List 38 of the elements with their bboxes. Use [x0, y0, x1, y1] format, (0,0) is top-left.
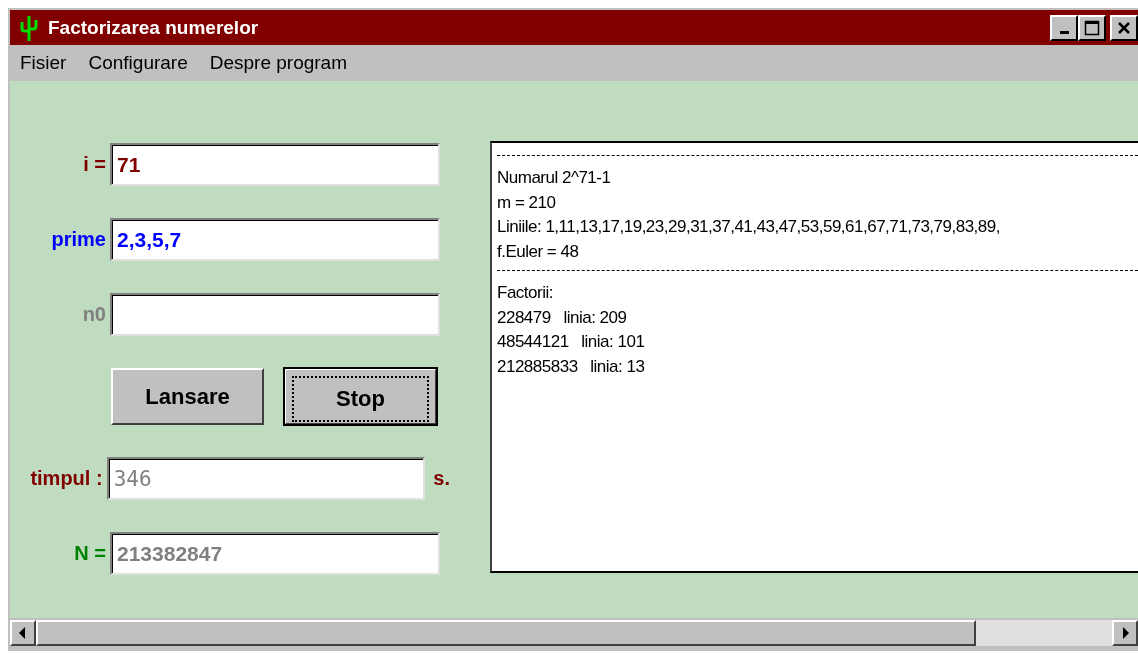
input-field[interactable] — [110, 293, 440, 336]
menu-item[interactable]: Configurare — [88, 52, 188, 74]
menu-item[interactable]: Despre program — [209, 52, 347, 74]
close-icon — [1117, 21, 1131, 34]
output-line: f.Euler = 48 — [497, 240, 580, 263]
unit-label: s. — [433, 467, 450, 490]
window-title: Factorizarea numerelor — [48, 16, 259, 39]
output-line: 212885833 linia: 13 — [497, 355, 646, 378]
minimize-button[interactable] — [1050, 14, 1078, 41]
input-field: 346 — [106, 457, 426, 500]
maximize-icon — [1084, 19, 1100, 36]
output-line: Factorii: — [497, 282, 554, 304]
menu-item[interactable]: Fisier — [20, 52, 67, 74]
maximize-button[interactable] — [1078, 14, 1106, 41]
close-button[interactable] — [1110, 14, 1138, 41]
field-label: N = — [73, 542, 107, 565]
stop-button[interactable]: Stop — [284, 368, 437, 425]
output-line: 228479 linia: 209 — [497, 306, 628, 329]
field-label: n0 — [81, 303, 107, 326]
scroll-thumb[interactable] — [36, 620, 976, 646]
scroll-left-button[interactable] — [10, 620, 36, 646]
scroll-right-button[interactable] — [1112, 620, 1138, 646]
output-line: Liniile: 1,11,13,17,19,23,29,31,37,41,43,47,53,59,61,67,71,73,79,83,89, — [497, 216, 1001, 238]
cactus-icon — [18, 13, 40, 42]
start-button[interactable]: Lansare — [111, 368, 264, 425]
field-label: timpul : — [29, 467, 104, 490]
input-field[interactable]: 2,3,5,7 — [110, 218, 440, 261]
field-label: i = — [82, 153, 107, 176]
minimize-icon — [1059, 30, 1069, 34]
horizontal-scrollbar[interactable] — [10, 620, 1138, 646]
input-field[interactable]: 71 — [110, 143, 440, 186]
right-arrow-icon — [1121, 627, 1129, 639]
output-line: 48544121 linia: 101 — [497, 331, 646, 353]
output-line: Numarul 2^71-1 — [497, 167, 612, 189]
left-arrow-icon — [19, 627, 27, 639]
output-line: m = 210 — [497, 191, 557, 214]
field-label: prime — [50, 228, 107, 251]
input-field: 213382847 — [110, 532, 440, 575]
